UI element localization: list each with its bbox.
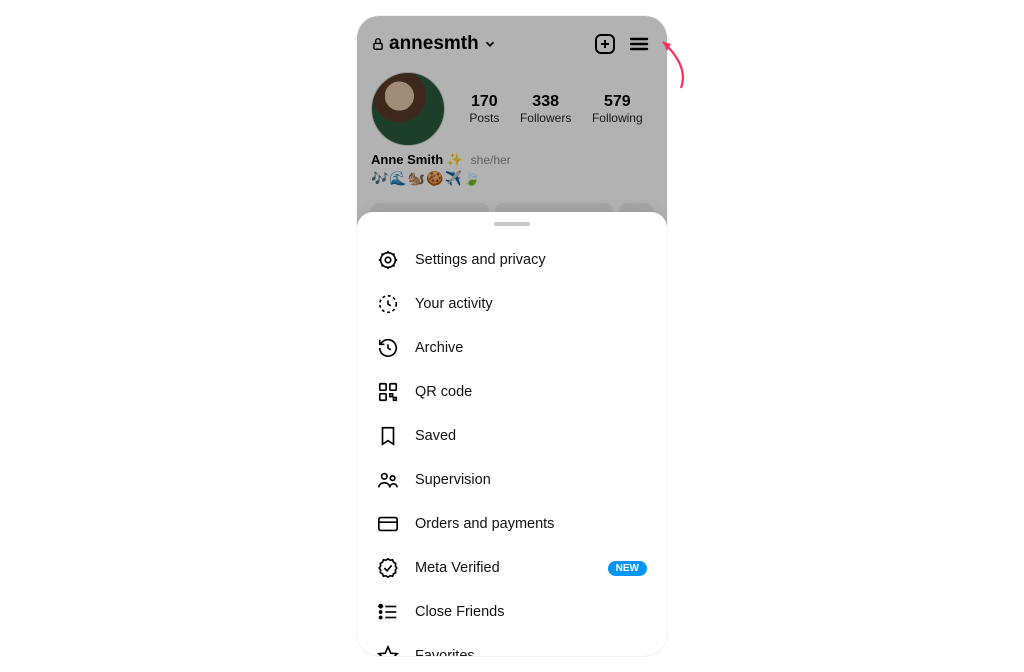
menu-favorites[interactable]: Favorites [357, 634, 667, 656]
menu-orders-payments[interactable]: Orders and payments [357, 502, 667, 546]
close-friends-list-icon [377, 601, 399, 623]
star-icon [377, 645, 399, 656]
menu-label: Orders and payments [415, 516, 647, 532]
menu-label: Your activity [415, 296, 647, 312]
bookmark-icon [377, 425, 399, 447]
menu-close-friends[interactable]: Close Friends [357, 590, 667, 634]
menu-saved[interactable]: Saved [357, 414, 667, 458]
menu-label: Favorites [415, 648, 647, 656]
menu-label: Settings and privacy [415, 252, 647, 268]
menu-label: Meta Verified [415, 560, 592, 576]
gear-icon [377, 249, 399, 271]
archive-icon [377, 337, 399, 359]
menu-supervision[interactable]: Supervision [357, 458, 667, 502]
menu-label: Supervision [415, 472, 647, 488]
menu-label: Archive [415, 340, 647, 356]
credit-card-icon [377, 513, 399, 535]
menu-meta-verified[interactable]: Meta Verified NEW [357, 546, 667, 590]
menu-archive[interactable]: Archive [357, 326, 667, 370]
new-badge: NEW [608, 561, 647, 576]
activity-clock-icon [377, 293, 399, 315]
menu-label: Close Friends [415, 604, 647, 620]
verified-badge-icon [377, 557, 399, 579]
qr-code-icon [377, 381, 399, 403]
settings-menu-sheet: Settings and privacy Your activity Archi… [357, 212, 667, 656]
sheet-grabber[interactable] [494, 222, 530, 226]
menu-qr-code[interactable]: QR code [357, 370, 667, 414]
menu-settings-privacy[interactable]: Settings and privacy [357, 238, 667, 282]
phone-frame: annesmth 170 Posts 338 Fol [357, 16, 667, 656]
menu-label: QR code [415, 384, 647, 400]
menu-your-activity[interactable]: Your activity [357, 282, 667, 326]
menu-label: Saved [415, 428, 647, 444]
supervision-icon [377, 469, 399, 491]
